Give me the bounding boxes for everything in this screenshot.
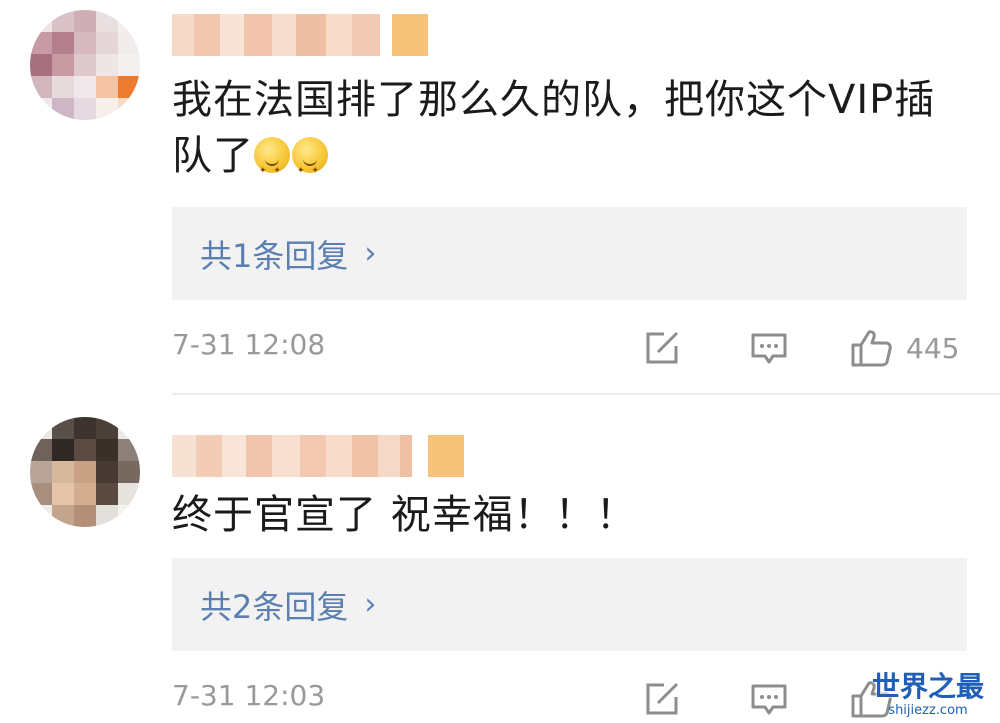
comment-time: 7-31 12:03 (172, 679, 326, 712)
avatar[interactable] (30, 10, 140, 120)
watermark-title: 世界之最 (871, 670, 984, 703)
reply-count-label: 共2条回复 (200, 587, 349, 626)
site-watermark: 世界之最 shijiezz.com (868, 671, 988, 719)
comment-text-line: 我在法国排了那么久的队，把你这个VIP插 (172, 77, 936, 123)
comment-item: 终于官宣了 祝幸福！！！ 共2条回复 › 7-31 12:03 (0, 395, 1000, 723)
username-blurred[interactable] (172, 14, 428, 56)
like-button[interactable]: 445 (850, 328, 959, 368)
share-button[interactable] (642, 328, 682, 368)
grin-emoji-icon (254, 137, 290, 199)
watermark-subtitle: shijiezz.com (888, 703, 968, 718)
comment-text-line: 终于官宣了 祝幸福！！！ (172, 492, 637, 538)
view-replies-button[interactable]: 共2条回复 › (172, 558, 967, 651)
avatar-mosaic (30, 417, 140, 527)
comment-text: 我在法国排了那么久的队，把你这个VIP插 队了 (172, 72, 962, 199)
comment-text: 终于官宣了 祝幸福！！！ (172, 487, 962, 543)
comment-meta: 7-31 12:03 (172, 673, 972, 723)
avatar[interactable] (30, 417, 140, 527)
comment-time: 7-31 12:08 (172, 328, 326, 361)
reply-count-label: 共1条回复 (200, 236, 349, 275)
comment-text-line-part: 队了 (172, 133, 254, 179)
comment-text-line: 队了 (172, 128, 962, 199)
grin-emoji-icon (292, 137, 328, 199)
chevron-right-icon: › (364, 587, 377, 622)
username-blurred[interactable] (172, 435, 464, 477)
comment-icon (751, 333, 787, 364)
thumb-up-icon (851, 330, 892, 367)
comment-item: 我在法国排了那么久的队，把你这个VIP插 队了 共1条回复 › 7-31 12:… (0, 0, 1000, 395)
view-replies-button[interactable]: 共1条回复 › (172, 207, 967, 300)
like-count: 445 (906, 331, 960, 365)
chevron-right-icon: › (364, 236, 377, 271)
comment-icon (751, 684, 787, 715)
comment-meta: 7-31 12:08 445 (172, 322, 972, 372)
comment-button[interactable] (749, 328, 789, 368)
comment-button[interactable] (749, 679, 789, 719)
avatar-mosaic (30, 10, 140, 120)
share-icon (646, 682, 679, 715)
share-button[interactable] (642, 679, 682, 719)
share-icon (646, 331, 679, 364)
